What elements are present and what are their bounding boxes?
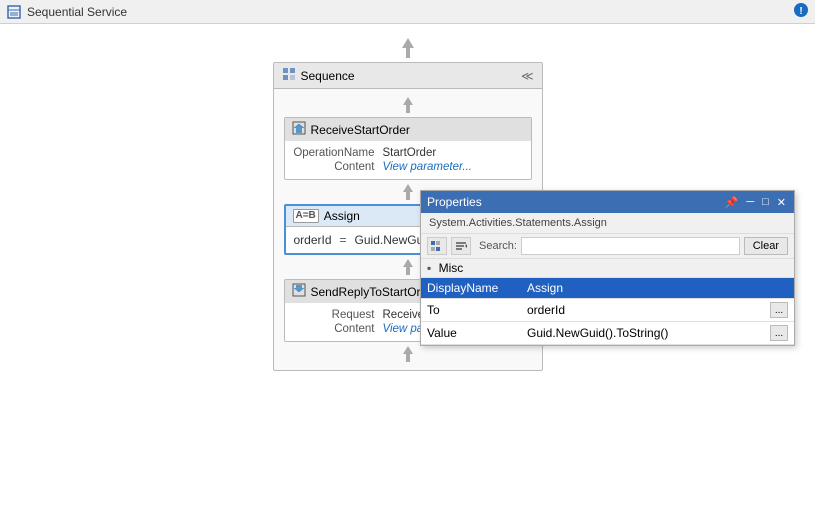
receive-start-order-block[interactable]: ReceiveStartOrder OperationName StartOrd… bbox=[284, 117, 532, 180]
title-bar: Sequential Service ! bbox=[0, 0, 815, 24]
properties-sort-button[interactable] bbox=[451, 237, 471, 255]
properties-pin-button[interactable]: 📌 bbox=[723, 196, 741, 209]
to-val-container: orderId ... bbox=[527, 302, 788, 318]
send-reply-icon bbox=[292, 283, 306, 300]
displayname-val: Assign bbox=[521, 278, 794, 299]
sequence-label: Sequence bbox=[301, 69, 355, 83]
receive-icon bbox=[292, 121, 306, 138]
receive-body: OperationName StartOrder Content View pa… bbox=[285, 141, 531, 179]
properties-categorize-button[interactable] bbox=[427, 237, 447, 255]
value-row[interactable]: Value Guid.NewGuid().ToString() ... bbox=[421, 322, 794, 345]
to-key: To bbox=[421, 299, 521, 322]
to-value: orderId bbox=[527, 303, 565, 317]
value-val-cell: Guid.NewGuid().ToString() ... bbox=[521, 322, 794, 345]
arrow-bottom bbox=[284, 346, 532, 362]
misc-section-label: Misc bbox=[439, 261, 464, 275]
properties-title-bar: Properties 📌 ─ □ ✕ bbox=[421, 191, 794, 213]
clear-button[interactable]: Clear bbox=[744, 237, 788, 255]
receive-header: ReceiveStartOrder bbox=[285, 118, 531, 141]
receive-content-label: Content bbox=[293, 161, 383, 173]
displayname-row[interactable]: DisplayName Assign bbox=[421, 278, 794, 299]
misc-toggle-icon[interactable]: ▪ bbox=[427, 261, 431, 275]
request-label: Request bbox=[293, 309, 383, 321]
properties-title-controls: 📌 ─ □ ✕ bbox=[723, 196, 788, 209]
arrow-top bbox=[10, 38, 805, 58]
value-value: Guid.NewGuid().ToString() bbox=[527, 326, 668, 340]
displayname-key: DisplayName bbox=[421, 278, 521, 299]
operation-name-row: OperationName StartOrder bbox=[293, 147, 523, 159]
properties-title: Properties bbox=[427, 195, 482, 209]
properties-close-button[interactable]: ✕ bbox=[775, 196, 788, 209]
properties-type-text: System.Activities.Statements.Assign bbox=[421, 213, 794, 234]
sequence-icon bbox=[282, 67, 296, 84]
properties-minimize-button[interactable]: ─ bbox=[744, 196, 756, 209]
sequence-header: Sequence ≪ bbox=[274, 63, 542, 89]
info-icon: ! bbox=[793, 2, 809, 21]
reply-content-label: Content bbox=[293, 323, 383, 335]
assign-icon: A=B bbox=[293, 209, 319, 223]
svg-text:!: ! bbox=[799, 6, 802, 17]
search-label: Search: bbox=[479, 240, 517, 252]
receive-label: ReceiveStartOrder bbox=[311, 123, 410, 137]
title-text: Sequential Service bbox=[27, 5, 127, 19]
sequential-service-icon bbox=[6, 4, 22, 20]
operation-value: StartOrder bbox=[383, 147, 437, 159]
properties-maximize-button[interactable]: □ bbox=[760, 196, 771, 209]
receive-content-row: Content View parameter... bbox=[293, 161, 523, 173]
assign-label: Assign bbox=[324, 209, 360, 223]
arrow-inner-top bbox=[284, 97, 532, 113]
value-val-container: Guid.NewGuid().ToString() ... bbox=[527, 325, 788, 341]
sequence-header-left: Sequence bbox=[282, 67, 355, 84]
value-key: Value bbox=[421, 322, 521, 345]
search-input[interactable] bbox=[521, 237, 740, 255]
sequence-collapse-button[interactable]: ≪ bbox=[521, 69, 534, 83]
value-ellipsis-button[interactable]: ... bbox=[770, 325, 788, 341]
properties-toolbar: Search: Clear bbox=[421, 234, 794, 259]
properties-table: ▪ Misc DisplayName Assign To orderId ... bbox=[421, 259, 794, 345]
send-reply-label: SendReplyToStartOrder bbox=[311, 285, 438, 299]
operation-label: OperationName bbox=[293, 147, 383, 159]
assign-equals: = bbox=[340, 233, 347, 247]
misc-section-row: ▪ Misc bbox=[421, 259, 794, 278]
receive-content-value[interactable]: View parameter... bbox=[383, 161, 472, 173]
to-val-cell: orderId ... bbox=[521, 299, 794, 322]
to-row[interactable]: To orderId ... bbox=[421, 299, 794, 322]
properties-panel: Properties 📌 ─ □ ✕ System.Activities.Sta… bbox=[420, 190, 795, 346]
to-ellipsis-button[interactable]: ... bbox=[770, 302, 788, 318]
assign-variable: orderId bbox=[294, 233, 332, 247]
